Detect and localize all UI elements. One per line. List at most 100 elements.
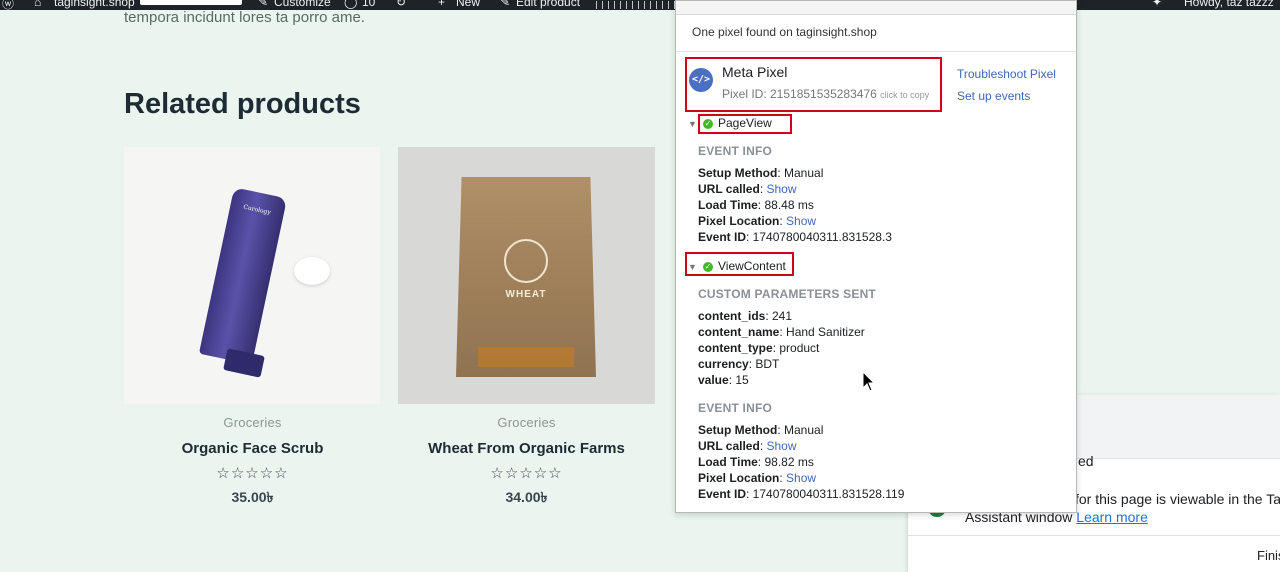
- coffee-bag-graphic: WHEAT: [456, 177, 596, 377]
- code-icon: </>: [689, 68, 713, 92]
- tube-cap-graphic: [223, 348, 265, 378]
- product-image-label: WHEAT: [505, 289, 547, 300]
- product-category[interactable]: Groceries: [398, 415, 655, 430]
- url-called-row: URL called: Show: [698, 182, 797, 196]
- field-value: : 1740780040311.831528.119: [746, 487, 905, 501]
- field-label: Pixel Location: [698, 471, 780, 485]
- updates-icon[interactable]: ↻: [396, 0, 406, 9]
- event-id-row: Event ID: 1740780040311.831528.119: [698, 487, 904, 501]
- product-description-tail: tempora incidunt lores ta porro ame.: [124, 9, 365, 26]
- product-card[interactable]: Curology Groceries Organic Face Scrub ☆☆…: [124, 147, 381, 510]
- product-image[interactable]: WHEAT: [398, 147, 655, 404]
- wordpress-icon[interactable]: ⓦ: [2, 0, 14, 10]
- paintbrush-icon: ✎: [258, 0, 269, 9]
- event-name[interactable]: ViewContent: [718, 259, 786, 273]
- field-value: : Manual: [777, 423, 824, 437]
- field-label: URL called: [698, 182, 760, 196]
- divider: [676, 51, 1076, 52]
- product-card[interactable]: WHEAT Groceries Wheat From Organic Farms…: [398, 147, 655, 510]
- pixel-location-row: Pixel Location: Show: [698, 214, 817, 228]
- load-time-row: Load Time: 88.48 ms: [698, 198, 814, 212]
- admin-bar-edit-product[interactable]: Edit product: [516, 0, 580, 9]
- param-value: : 241: [765, 309, 793, 323]
- bag-label-graphic: [478, 347, 574, 367]
- param-key: content_name: [698, 325, 780, 339]
- admin-bar-new[interactable]: New: [456, 0, 480, 9]
- popup-header: [676, 1, 1076, 15]
- admin-bar-customize[interactable]: Customize: [274, 0, 331, 9]
- setup-method-row: Setup Method: Manual: [698, 166, 823, 180]
- pencil-icon: ✎: [500, 0, 511, 9]
- pixel-helper-popup: One pixel found on taginsight.shop </> M…: [675, 0, 1077, 513]
- field-value: : Manual: [777, 166, 824, 180]
- divider: [908, 535, 1280, 536]
- star-rating: ☆☆☆☆☆: [490, 465, 563, 482]
- pixels-found-text: One pixel found on taginsight.shop: [692, 25, 877, 39]
- product-price: 34.00৳: [505, 489, 548, 505]
- field-value: : 88.48 ms: [757, 198, 814, 212]
- field-label: Load Time: [698, 455, 758, 469]
- param-key: currency: [698, 357, 749, 371]
- field-label: URL called: [698, 439, 760, 453]
- event-info-heading: EVENT INFO: [698, 401, 773, 415]
- collapse-triangle-icon[interactable]: ▼: [688, 119, 697, 129]
- product-name[interactable]: Wheat From Organic Farms: [398, 440, 655, 457]
- show-location-link[interactable]: Show: [786, 471, 816, 485]
- admin-bar-greeting[interactable]: Howdy, taz tazzz: [1184, 0, 1274, 9]
- mouse-cursor-icon: [862, 371, 876, 392]
- product-price: 35.00৳: [231, 489, 274, 505]
- laurel-seal-graphic: [504, 239, 548, 283]
- param-row: currency: BDT: [698, 357, 779, 371]
- show-location-link[interactable]: Show: [786, 214, 816, 228]
- field-value: : 1740780040311.831528.3: [746, 230, 892, 244]
- click-to-copy-hint[interactable]: click to copy: [880, 90, 929, 100]
- product-name[interactable]: Organic Face Scrub: [124, 440, 381, 457]
- product-image-label: Curology: [242, 203, 272, 217]
- related-products-heading: Related products: [124, 88, 361, 120]
- url-called-row: URL called: Show: [698, 439, 797, 453]
- learn-more-link[interactable]: Learn more: [1076, 509, 1148, 525]
- field-label: Event ID: [698, 487, 747, 501]
- home-icon[interactable]: ⌂: [34, 0, 41, 9]
- admin-bar-comments-count[interactable]: 10: [362, 0, 375, 9]
- check-icon: ✓: [703, 262, 713, 272]
- pixel-id[interactable]: Pixel ID: 2151851535283476 click to copy: [722, 87, 929, 101]
- event-id-row: Event ID: 1740780040311.831528.3: [698, 230, 892, 244]
- field-label: Setup Method: [698, 166, 778, 180]
- product-image[interactable]: Curology: [124, 147, 380, 404]
- param-row: content_name: Hand Sanitizer: [698, 325, 865, 339]
- event-name[interactable]: PageView: [718, 116, 772, 130]
- tag-assistant-message: for this page is viewable in the Tag: [1075, 491, 1280, 507]
- pixel-name: Meta Pixel: [722, 64, 788, 80]
- show-url-link[interactable]: Show: [766, 439, 796, 453]
- plus-icon: +: [438, 0, 446, 9]
- pixel-id-text[interactable]: Pixel ID: 2151851535283476: [722, 87, 877, 101]
- load-time-row: Load Time: 98.82 ms: [698, 455, 814, 469]
- param-key: value: [698, 373, 729, 387]
- event-info-heading: EVENT INFO: [698, 144, 773, 158]
- set-up-events-link[interactable]: Set up events: [957, 89, 1030, 103]
- comments-icon: ◯: [344, 0, 358, 9]
- param-row: content_ids: 241: [698, 309, 792, 323]
- field-value: : 98.82 ms: [757, 455, 814, 469]
- extension-icon[interactable]: ✦: [1152, 0, 1162, 9]
- custom-params-heading: CUSTOM PARAMETERS SENT: [698, 287, 876, 301]
- finish-button[interactable]: Finis: [1257, 548, 1280, 563]
- troubleshoot-pixel-link[interactable]: Troubleshoot Pixel: [957, 67, 1056, 81]
- product-category[interactable]: Groceries: [124, 415, 381, 430]
- param-key: content_type: [698, 341, 773, 355]
- cream-dollop-graphic: [294, 257, 330, 285]
- show-url-link[interactable]: Show: [766, 182, 796, 196]
- pixel-location-row: Pixel Location: Show: [698, 471, 817, 485]
- param-value: : BDT: [748, 357, 780, 371]
- param-value: : product: [772, 341, 820, 355]
- field-label: Setup Method: [698, 423, 778, 437]
- admin-bar-site-name[interactable]: taginsight.shop: [54, 0, 135, 9]
- param-value: : Hand Sanitizer: [779, 325, 865, 339]
- admin-bar-site-field[interactable]: [140, 0, 242, 5]
- event-pageview[interactable]: ✓ PageView: [703, 116, 772, 130]
- setup-method-row: Setup Method: Manual: [698, 423, 823, 437]
- param-row: content_type: product: [698, 341, 819, 355]
- tube-graphic: Curology: [198, 187, 288, 365]
- event-viewcontent[interactable]: ✓ ViewContent: [703, 259, 786, 273]
